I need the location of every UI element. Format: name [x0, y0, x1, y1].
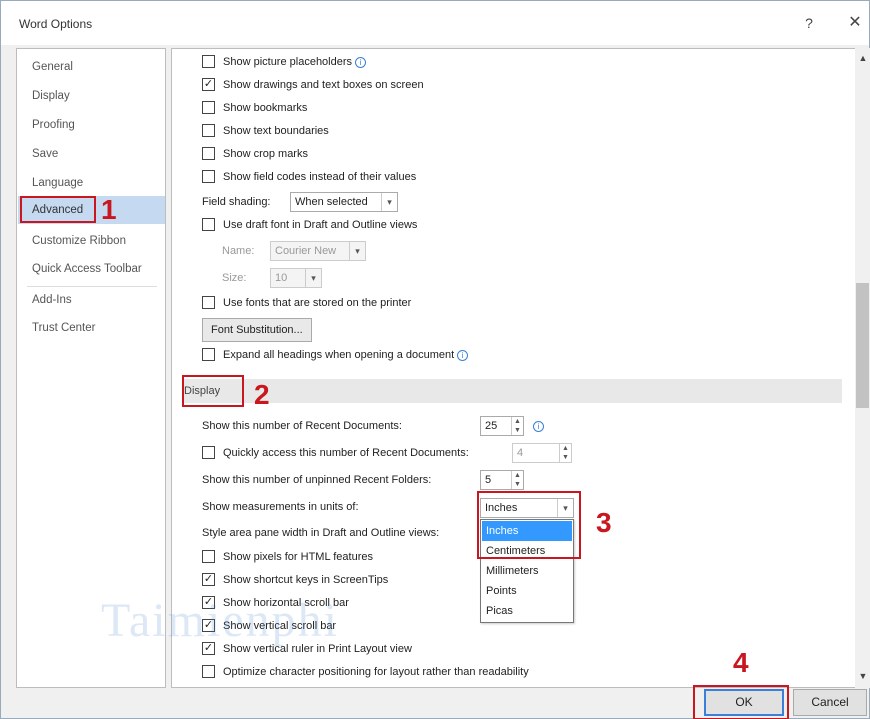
- step-number-4: 4: [733, 647, 749, 678]
- advanced-options-pane: Show picture placeholders i ✓ Show drawing…: [171, 48, 856, 688]
- close-button[interactable]: ✕: [844, 13, 866, 33]
- option-show-bookmarks[interactable]: Show bookmarks: [202, 98, 307, 118]
- option-draft-font[interactable]: Use draft font in Draft and Outline view…: [202, 215, 417, 235]
- info-icon: i: [457, 349, 469, 361]
- scroll-up-icon[interactable]: ▲: [855, 50, 870, 66]
- step-number-2: 2: [254, 379, 270, 410]
- spin-arrows-icon[interactable]: ▲ ▼: [559, 444, 571, 462]
- highlight-display: [182, 375, 244, 407]
- checkbox[interactable]: [202, 445, 215, 459]
- draft-font-name-select[interactable]: Courier New ▾: [270, 241, 366, 261]
- option-expand-headings[interactable]: Expand all headings when opening a docum…: [202, 345, 469, 365]
- step-number-3: 3: [596, 507, 612, 538]
- cancel-button[interactable]: Cancel: [793, 689, 867, 716]
- checkbox[interactable]: [202, 664, 215, 678]
- units-label: Show measurements in units of:: [202, 501, 359, 513]
- option-quick-access-docs[interactable]: Quickly access this number of Recent Doc…: [202, 443, 469, 463]
- highlight-units: [477, 491, 581, 559]
- spin-arrows-icon[interactable]: ▲ ▼: [511, 471, 523, 489]
- highlight-advanced: [20, 196, 96, 223]
- option-printer-fonts[interactable]: Use fonts that are stored on the printer: [202, 293, 411, 313]
- unpinned-folders-label: Show this number of unpinned Recent Fold…: [202, 474, 432, 486]
- nav-item-language[interactable]: Language: [18, 169, 165, 197]
- nav-item-customize-ribbon[interactable]: Customize Ribbon: [18, 227, 165, 255]
- option-horizontal-scroll-bar[interactable]: ✓ Show horizontal scroll bar: [202, 593, 349, 613]
- nav-item-trust-center[interactable]: Trust Center: [18, 314, 165, 342]
- checkbox[interactable]: ✓: [202, 595, 215, 609]
- option-show-text-boundaries[interactable]: Show text boundaries: [202, 121, 329, 141]
- units-option-points[interactable]: Points: [482, 581, 572, 601]
- checkbox[interactable]: [202, 100, 215, 114]
- nav-item-quick-access-toolbar[interactable]: Quick Access Toolbar: [18, 255, 165, 283]
- option-show-picture-placeholders[interactable]: Show picture placeholders i: [202, 52, 367, 72]
- chevron-down-icon: ▾: [349, 242, 365, 260]
- nav-item-add-ins[interactable]: Add-Ins: [18, 286, 165, 314]
- checkbox[interactable]: ✓: [202, 618, 215, 632]
- checkbox[interactable]: [202, 217, 215, 231]
- content-scrollbar[interactable]: ▲ ▼: [855, 48, 870, 688]
- nav-item-save[interactable]: Save: [18, 140, 165, 168]
- name-label: Name:: [222, 245, 255, 257]
- info-icon: i: [533, 421, 544, 432]
- display-section-header: [182, 379, 842, 403]
- recent-docs-label: Show this number of Recent Documents:: [202, 420, 402, 432]
- step-number-1: 1: [101, 194, 117, 225]
- nav-item-proofing[interactable]: Proofing: [18, 111, 165, 139]
- quick-access-stepper[interactable]: 4 ▲ ▼: [512, 443, 572, 463]
- title-bar: Word Options ? ✕: [1, 1, 869, 45]
- info-icon: i: [355, 56, 367, 68]
- chevron-down-icon: ▾: [305, 269, 321, 287]
- option-show-pixels-html[interactable]: Show pixels for HTML features: [202, 547, 373, 567]
- checkbox[interactable]: ✓: [202, 572, 215, 586]
- checkbox[interactable]: ✓: [202, 77, 215, 91]
- scroll-thumb[interactable]: [856, 283, 869, 408]
- window-title: Word Options: [19, 17, 93, 31]
- chevron-down-icon: ▾: [381, 193, 397, 211]
- option-vertical-scroll-bar[interactable]: ✓ Show vertical scroll bar: [202, 616, 336, 636]
- checkbox[interactable]: [202, 169, 215, 183]
- option-show-drawings[interactable]: ✓ Show drawings and text boxes on screen: [202, 75, 424, 95]
- font-substitution-button[interactable]: Font Substitution...: [202, 318, 312, 342]
- field-shading-label: Field shading:: [202, 196, 271, 208]
- word-options-dialog: Word Options ? ✕ General Display Proofin…: [0, 0, 870, 719]
- nav-item-general[interactable]: General: [18, 53, 165, 81]
- checkbox[interactable]: [202, 123, 215, 137]
- option-vertical-ruler[interactable]: ✓ Show vertical ruler in Print Layout vie…: [202, 639, 412, 659]
- checkbox[interactable]: ✓: [202, 641, 215, 655]
- checkbox[interactable]: [202, 146, 215, 160]
- spin-arrows-icon[interactable]: ▲ ▼: [511, 417, 523, 435]
- nav-item-display[interactable]: Display: [18, 82, 165, 110]
- draft-font-size-select[interactable]: 10 ▾: [270, 268, 322, 288]
- size-label: Size:: [222, 272, 247, 284]
- field-shading-select[interactable]: When selected ▾: [290, 192, 398, 212]
- style-area-label: Style area pane width in Draft and Outli…: [202, 527, 440, 539]
- recent-docs-stepper[interactable]: 25 ▲ ▼: [480, 416, 524, 436]
- checkbox[interactable]: [202, 347, 215, 361]
- option-show-shortcut-keys[interactable]: ✓ Show shortcut keys in ScreenTips: [202, 570, 388, 590]
- ok-button[interactable]: OK: [704, 689, 784, 716]
- scroll-down-icon[interactable]: ▼: [855, 668, 870, 684]
- checkbox[interactable]: [202, 295, 215, 309]
- unpinned-folders-stepper[interactable]: 5 ▲ ▼: [480, 470, 524, 490]
- option-show-field-codes[interactable]: Show field codes instead of their values: [202, 167, 416, 187]
- help-button[interactable]: ?: [798, 13, 820, 33]
- option-optimize-character-positioning[interactable]: Optimize character positioning for layou…: [202, 662, 529, 682]
- checkbox[interactable]: [202, 54, 215, 68]
- units-option-millimeters[interactable]: Millimeters: [482, 561, 572, 581]
- units-option-picas[interactable]: Picas: [482, 601, 572, 621]
- checkbox[interactable]: [202, 549, 215, 563]
- option-show-crop-marks[interactable]: Show crop marks: [202, 144, 308, 164]
- category-nav: General Display Proofing Save Language A…: [16, 48, 166, 688]
